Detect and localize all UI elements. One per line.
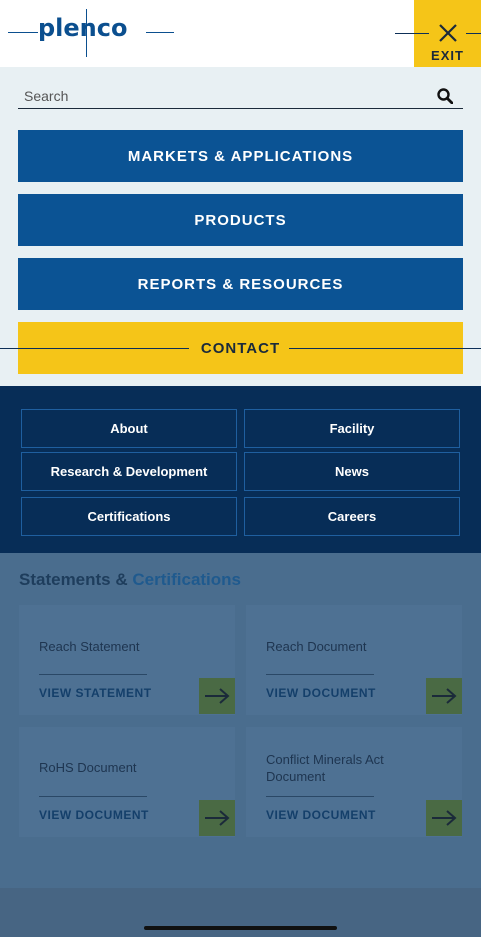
nav-contact-label: CONTACT: [200, 339, 281, 357]
card-conflict-minerals-document[interactable]: Conflict Minerals Act Document VIEW DOCU…: [246, 727, 462, 837]
contact-rule-right: [289, 348, 481, 349]
search-bar: [18, 84, 463, 109]
section-title: Statements & Certifications: [19, 570, 241, 590]
card-divider: [39, 674, 147, 675]
section-title-part2: Certifications: [132, 570, 242, 589]
card-divider: [39, 796, 147, 797]
card-title: Reach Statement: [39, 639, 140, 654]
nav-careers[interactable]: Careers: [244, 497, 460, 536]
nav-menu: MARKETS & APPLICATIONS PRODUCTS REPORTS …: [0, 67, 481, 386]
exit-rule-right: [466, 33, 481, 34]
card-reach-statement[interactable]: Reach Statement VIEW STATEMENT: [19, 605, 235, 715]
page-content-overlay: Statements & Certifications Reach Statem…: [0, 553, 481, 937]
plenco-logo[interactable]: plenco: [38, 14, 127, 42]
card-rohs-document[interactable]: RoHS Document VIEW DOCUMENT: [19, 727, 235, 837]
nav-products[interactable]: PRODUCTS: [18, 194, 463, 246]
section-title-part1: Statements &: [19, 570, 128, 589]
nav-markets-applications[interactable]: MARKETS & APPLICATIONS: [18, 130, 463, 182]
nav-about[interactable]: About: [21, 409, 237, 448]
card-link[interactable]: VIEW DOCUMENT: [266, 808, 376, 822]
card-divider: [266, 796, 374, 797]
card-title: Reach Document: [266, 639, 367, 654]
search-input[interactable]: [18, 84, 418, 108]
nav-facility[interactable]: Facility: [244, 409, 460, 448]
logo-rule-right: [146, 32, 174, 33]
arrow-right-icon[interactable]: [426, 678, 462, 714]
nav-news[interactable]: News: [244, 452, 460, 491]
arrow-right-icon[interactable]: [199, 800, 235, 836]
nav-reports-resources[interactable]: REPORTS & RESOURCES: [18, 258, 463, 310]
card-link[interactable]: VIEW STATEMENT: [39, 686, 152, 700]
card-reach-document[interactable]: Reach Document VIEW DOCUMENT: [246, 605, 462, 715]
nav-research-development[interactable]: Research & Development: [21, 452, 237, 491]
contact-rule-left: [0, 348, 189, 349]
card-title: RoHS Document: [39, 760, 137, 775]
card-link[interactable]: VIEW DOCUMENT: [39, 808, 149, 822]
logo-rule-left: [8, 32, 38, 33]
arrow-right-icon[interactable]: [426, 800, 462, 836]
search-icon[interactable]: [437, 88, 453, 104]
arrow-right-icon[interactable]: [199, 678, 235, 714]
home-indicator[interactable]: [144, 926, 337, 930]
close-icon[interactable]: [437, 22, 459, 44]
secondary-nav: About Facility Research & Development Ne…: [0, 386, 481, 553]
card-link[interactable]: VIEW DOCUMENT: [266, 686, 376, 700]
exit-label[interactable]: EXIT: [414, 48, 481, 63]
card-divider: [266, 674, 374, 675]
exit-rule-left: [395, 33, 429, 34]
nav-certifications[interactable]: Certifications: [21, 497, 237, 536]
card-title: Conflict Minerals Act Document: [266, 752, 384, 784]
